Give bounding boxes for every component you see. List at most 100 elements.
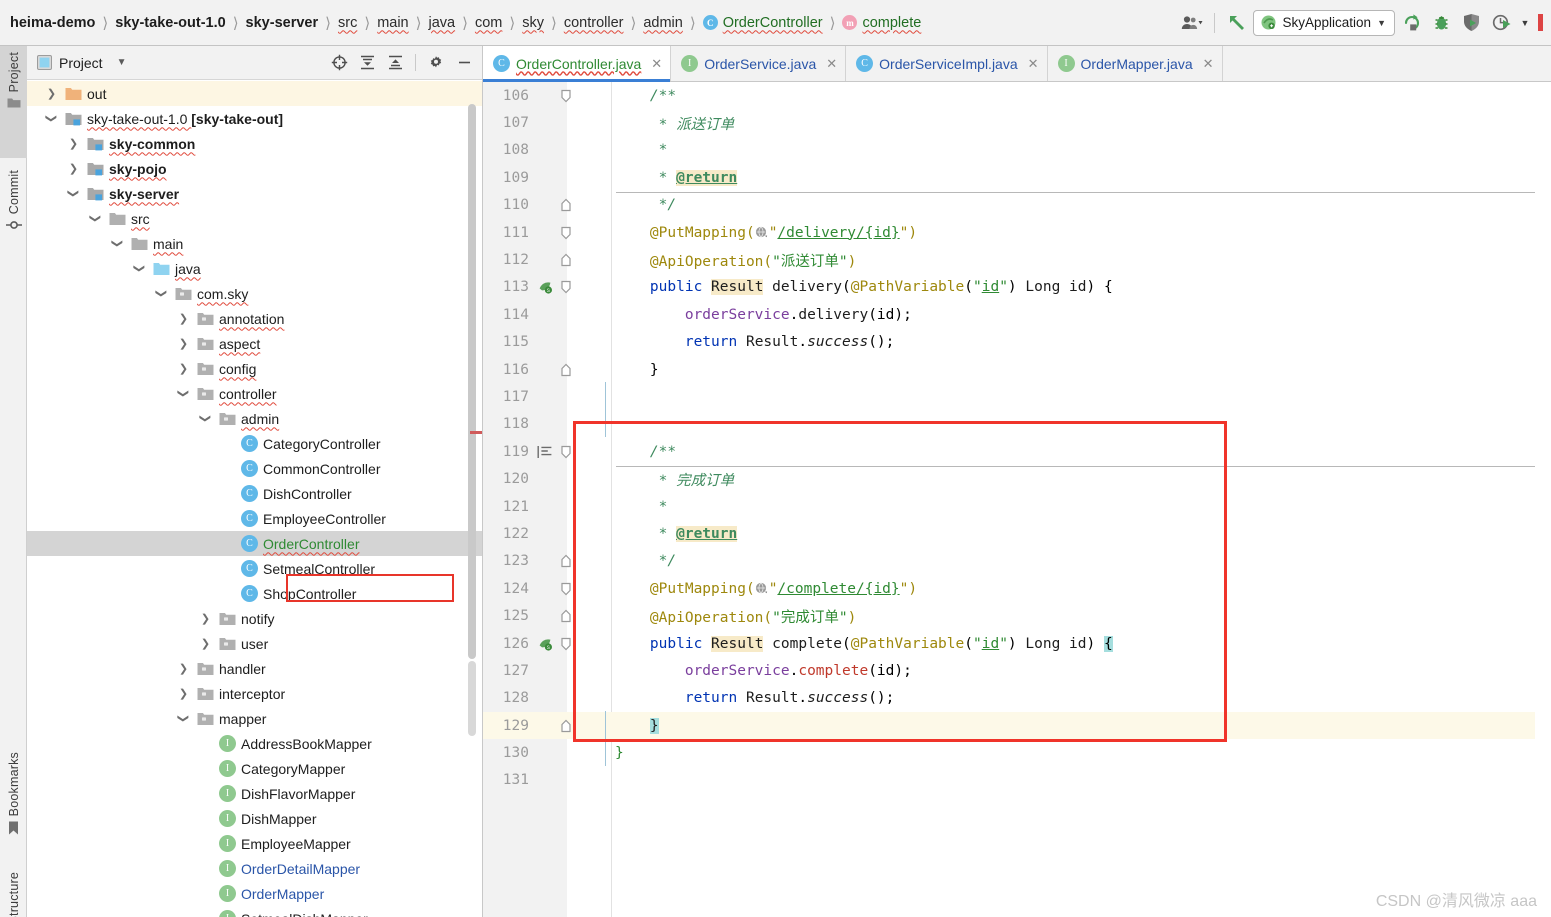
close-icon[interactable]: ✕ [651,56,662,72]
tree-node-admin[interactable]: ❯ admin [27,406,482,431]
chevron-right-icon[interactable]: ❯ [177,312,190,325]
collapse-all-icon[interactable] [383,51,407,75]
code-line-113[interactable]: 113 S public Result delivery(@PathVariabl… [483,274,1551,301]
tree-node-user[interactable]: ❯ user [27,631,482,656]
tree-node-aspect[interactable]: ❯ aspect [27,331,482,356]
fold-end-icon[interactable] [555,362,577,378]
breadcrumb-item-java[interactable]: java [426,14,457,32]
chevron-down-icon[interactable]: ❯ [89,212,102,225]
tool-window-tab-bookmarks[interactable]: Bookmarks [0,746,27,858]
format-icon[interactable] [535,445,555,459]
tool-window-tab-commit[interactable]: Commit [0,164,27,272]
breadcrumb-item-order-controller[interactable]: C OrderController [701,14,825,32]
tree-node-setmealdishmapper[interactable]: I SetmealDishMapper [27,906,482,917]
chevron-right-icon[interactable]: ❯ [199,612,212,625]
code-line-115[interactable]: 115 return Result.success(); [483,329,1551,356]
chevron-right-icon[interactable]: ❯ [177,362,190,375]
tree-node-dishmapper[interactable]: I DishMapper [27,806,482,831]
code-line-123[interactable]: 123 */ [483,548,1551,575]
stop-icon[interactable] [1535,9,1545,37]
close-icon[interactable]: ✕ [826,56,837,72]
tree-node-ordermapper[interactable]: I OrderMapper [27,881,482,906]
project-tree-scrollbar-secondary[interactable] [468,661,476,736]
code-line-119[interactable]: 119 /** [483,438,1551,465]
tree-node-employeemapper[interactable]: I EmployeeMapper [27,831,482,856]
chevron-down-icon[interactable]: ❯ [177,712,190,725]
tree-node-config[interactable]: ❯ config [27,356,482,381]
tree-node-dishcontroller[interactable]: C DishController [27,481,482,506]
chevron-down-icon[interactable]: ❯ [45,112,58,125]
tree-node-categorycontroller[interactable]: C CategoryController [27,431,482,456]
code-line-125[interactable]: 125 @ApiOperation("完成订单") [483,602,1551,629]
code-line-110[interactable]: 110 */ [483,192,1551,219]
code-line-131[interactable]: 131 [483,767,1551,794]
tree-node-employeecontroller[interactable]: C EmployeeController [27,506,482,531]
tree-node-orderdetailmapper[interactable]: I OrderDetailMapper [27,856,482,881]
code-line-117[interactable]: 117 [483,383,1551,410]
tree-node-ordercontroller[interactable]: C OrderController [27,531,482,556]
chevron-right-icon[interactable]: ❯ [199,637,212,650]
breadcrumb-item-sky[interactable]: sky [520,14,546,32]
tree-node-categorymapper[interactable]: I CategoryMapper [27,756,482,781]
chevron-down-icon[interactable]: ▼ [117,57,127,68]
chevron-right-icon[interactable]: ❯ [45,87,58,100]
tree-node-annotation[interactable]: ❯ annotation [27,306,482,331]
breadcrumb-item-src[interactable]: src [336,14,359,32]
close-icon[interactable]: ✕ [1203,56,1214,72]
tree-node-dishflavormapper[interactable]: I DishFlavorMapper [27,781,482,806]
chevron-right-icon[interactable]: ❯ [177,662,190,675]
run-with-profiler-icon[interactable] [1487,9,1515,37]
tree-node-handler[interactable]: ❯ handler [27,656,482,681]
fold-collapse-icon[interactable] [555,88,577,104]
tool-window-tab-structure[interactable]: Structure [0,866,27,917]
editor-tab-ordercontroller-java[interactable]: C OrderController.java ✕ [483,46,672,82]
tree-node-main[interactable]: ❯ main [27,231,482,256]
chevron-right-icon[interactable]: ❯ [67,137,80,150]
breadcrumb-item-sky-take-out[interactable]: sky-take-out-1.0 [113,14,227,32]
breadcrumb-item-heima-demo[interactable]: heima-demo [8,14,97,32]
fold-end-icon[interactable] [555,252,577,268]
tool-window-tab-project[interactable]: Project [0,46,27,158]
chevron-right-icon[interactable]: ❯ [177,687,190,700]
tree-node-shopcontroller[interactable]: C ShopController [27,581,482,606]
tree-node-out[interactable]: ❯ out [27,81,482,106]
code-line-108[interactable]: 108 * [483,137,1551,164]
fold-collapse-icon[interactable] [555,636,577,652]
code-line-127[interactable]: 127 orderService.complete(id); [483,657,1551,684]
fold-end-icon[interactable] [555,197,577,213]
run-with-coverage-icon[interactable] [1457,9,1485,37]
code-line-116[interactable]: 116 } [483,356,1551,383]
breadcrumb-item-controller[interactable]: controller [562,14,626,32]
breadcrumb-item-admin[interactable]: admin [641,14,685,32]
project-tree-scrollbar[interactable] [468,104,476,659]
code-line-111[interactable]: 111 @PutMapping("/delivery/{id}") [483,219,1551,246]
code-lines[interactable]: 106 /** 107 * 派送订单 108 * 109 * @return 110 *… [483,82,1551,917]
tree-node-setmealcontroller[interactable]: C SetmealController [27,556,482,581]
tree-node-sky-common[interactable]: ❯ sky-common [27,131,482,156]
code-line-121[interactable]: 121 * [483,493,1551,520]
tree-node-interceptor[interactable]: ❯ interceptor [27,681,482,706]
code-line-124[interactable]: 124 @PutMapping("/complete/{id}") [483,575,1551,602]
code-line-129[interactable]: 129 } [483,711,1551,740]
tree-node-java[interactable]: ❯ java [27,256,482,281]
code-line-126[interactable]: 126 S public Result complete(@PathVariabl… [483,630,1551,657]
code-line-122[interactable]: 122 * @return [483,520,1551,547]
tree-node-commoncontroller[interactable]: C CommonController [27,456,482,481]
tree-node-mapper[interactable]: ❯ mapper [27,706,482,731]
fold-collapse-icon[interactable] [555,444,577,460]
spring-bean-icon[interactable]: S [535,279,555,295]
code-line-128[interactable]: 128 return Result.success(); [483,685,1551,712]
tree-node-sky-take-out-1-0[interactable]: ❯ sky-take-out-1.0 [sky-take-out] [27,106,482,131]
chevron-down-icon[interactable]: ❯ [111,237,124,250]
fold-collapse-icon[interactable] [555,225,577,241]
user-silhouette-icon[interactable] [1178,9,1206,37]
code-line-114[interactable]: 114 orderService.delivery(id); [483,301,1551,328]
tree-node-notify[interactable]: ❯ notify [27,606,482,631]
fold-end-icon[interactable] [555,608,577,624]
chevron-down-icon[interactable]: ❯ [133,262,146,275]
breadcrumb-item-com[interactable]: com [473,14,504,32]
code-line-112[interactable]: 112 @ApiOperation("派送订单") [483,246,1551,273]
code-line-118[interactable]: 118 [483,411,1551,438]
tree-node-com-sky[interactable]: ❯ com.sky [27,281,482,306]
gear-icon[interactable] [424,51,448,75]
